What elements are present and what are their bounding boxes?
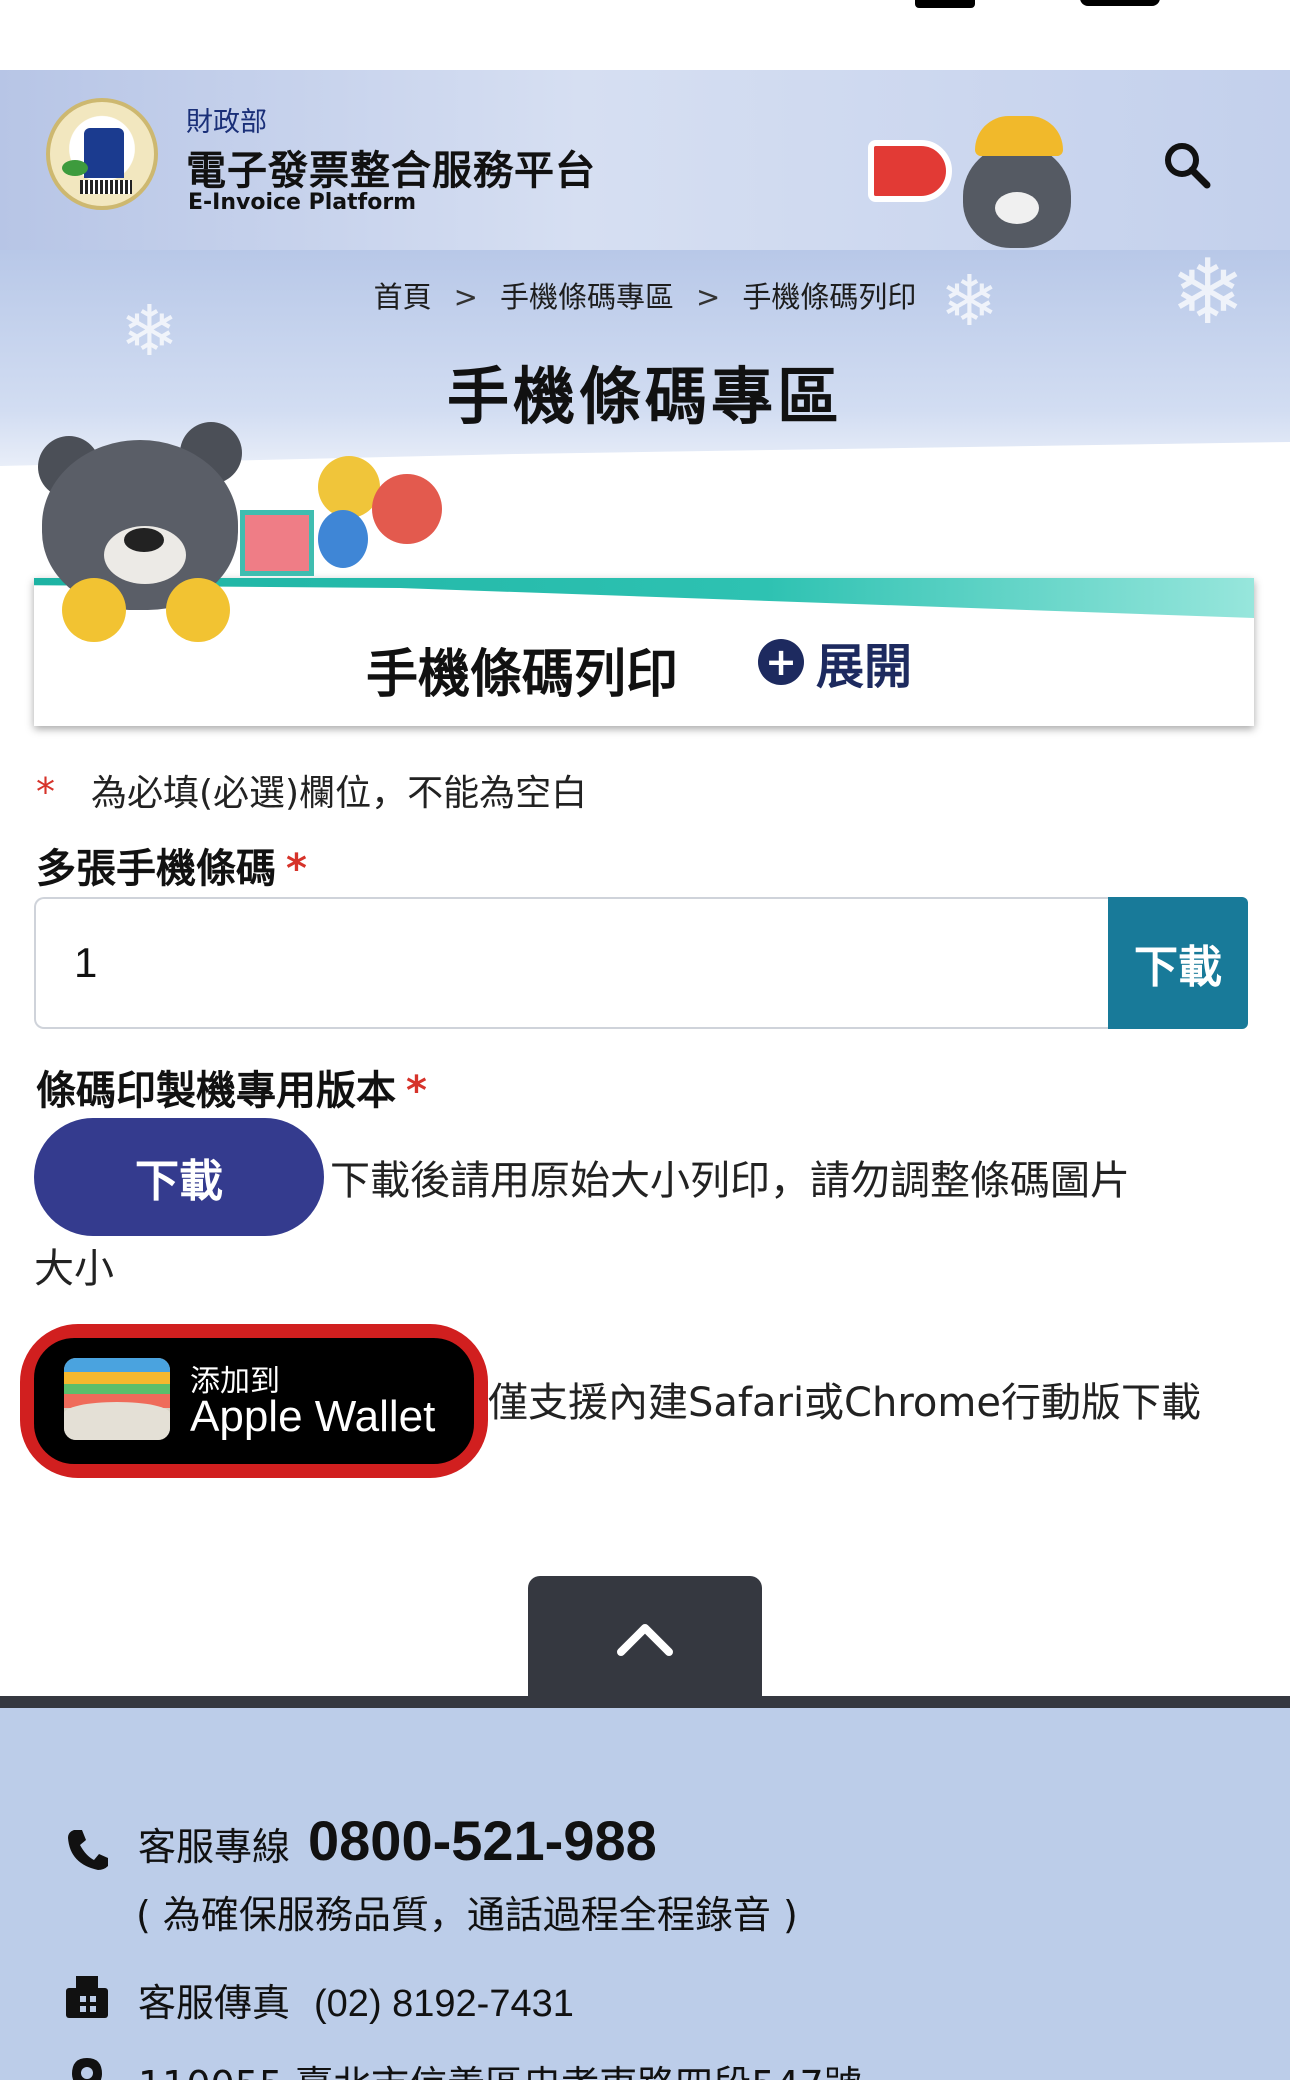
multi-barcode-label: 多張手機條碼 * xyxy=(36,836,307,894)
footer-divider xyxy=(0,1696,1290,1708)
multi-barcode-count-input[interactable] xyxy=(34,897,1108,1029)
expand-label: 展開 xyxy=(816,639,913,695)
wallet-icon xyxy=(64,1358,170,1440)
hotline-label: 客服專線 xyxy=(138,1825,291,1869)
fax-number: (02) 8192-7431 xyxy=(314,1983,574,2025)
printer-download-button[interactable]: 下載 xyxy=(34,1118,324,1236)
chevron-up-icon xyxy=(617,1624,673,1656)
printer-version-label-text: 條碼印製機專用版本 xyxy=(36,1068,396,1114)
back-to-top-button[interactable] xyxy=(528,1576,762,1700)
wallet-button-main-text: Apple Wallet xyxy=(190,1392,436,1441)
section-title: 手機條碼列印 xyxy=(366,645,679,705)
gift-box-decoration xyxy=(240,510,314,576)
site-header: 財政部 電子發票整合服務平台 E-Invoice Platform xyxy=(0,70,1290,250)
breadcrumb-separator: > xyxy=(696,280,721,314)
printer-note-line1: 下載後請用原始大小列印，請勿調整條碼圖片 xyxy=(330,1158,1130,1204)
required-star: * xyxy=(36,770,55,814)
mascot-illustration xyxy=(935,110,1095,248)
site-footer: 客服專線 0800-521-988 ( 為確保服務品質，通話過程全程錄音 ) 客服… xyxy=(0,1708,1290,2080)
hotline-number[interactable]: 0800-521-988 xyxy=(308,1809,657,1872)
phone-icon xyxy=(68,1830,108,1870)
hotline-row: 客服專線 0800-521-988 xyxy=(138,1808,657,1873)
location-pin-icon xyxy=(72,2058,102,2080)
site-subtitle: E-Invoice Platform xyxy=(188,190,417,215)
fax-row: 客服傳真 (02) 8192-7431 xyxy=(138,1972,574,2027)
breadcrumb-current: 手機條碼列印 xyxy=(742,280,917,314)
multi-barcode-input-group: 下載 xyxy=(34,897,1248,1029)
printer-version-label: 條碼印製機專用版本 * xyxy=(36,1058,427,1116)
balloon-decoration xyxy=(318,510,368,568)
breadcrumb-separator: > xyxy=(453,280,478,314)
search-icon[interactable] xyxy=(1162,140,1212,190)
hotline-note: ( 為確保服務品質，通話過程全程錄音 ) xyxy=(136,1893,798,1937)
balloon-decoration xyxy=(372,474,442,544)
fax-icon xyxy=(66,1976,108,2018)
org-small-name: 財政部 xyxy=(186,107,267,138)
address: 110055 臺北市信義區忠孝東路四段547號 xyxy=(138,2054,862,2080)
required-note: * 為必填(必選)欄位，不能為空白 xyxy=(36,764,587,816)
signal-icon xyxy=(915,0,975,8)
required-star: * xyxy=(406,1068,427,1114)
site-title[interactable]: 電子發票整合服務平台 xyxy=(186,138,596,196)
battery-icon xyxy=(1080,0,1160,6)
breadcrumb-home[interactable]: 首頁 xyxy=(374,280,432,314)
balloon-decoration xyxy=(318,456,380,518)
mof-logo[interactable] xyxy=(46,98,158,210)
printer-note-line2: 大小 xyxy=(34,1246,114,1292)
download-button[interactable]: 下載 xyxy=(1108,897,1248,1029)
required-note-text: 為必填(必選)欄位，不能為空白 xyxy=(91,773,588,814)
required-star: * xyxy=(286,846,307,892)
expand-button[interactable]: + 展開 xyxy=(758,634,912,695)
mascot-bear-illustration xyxy=(30,420,250,650)
plus-circle-icon: + xyxy=(758,639,804,685)
add-to-apple-wallet-button[interactable]: 添加到 Apple Wallet xyxy=(34,1338,474,1464)
wallet-note: 僅支援內建Safari或Chrome行動版下載 xyxy=(488,1380,1201,1426)
breadcrumb-section[interactable]: 手機條碼專區 xyxy=(500,280,674,314)
fax-label: 客服傳真 xyxy=(138,1981,291,2025)
status-bar xyxy=(0,0,1290,70)
breadcrumb: 首頁 > 手機條碼專區 > 手機條碼列印 xyxy=(0,274,1290,316)
multi-barcode-label-text: 多張手機條碼 xyxy=(36,846,276,892)
